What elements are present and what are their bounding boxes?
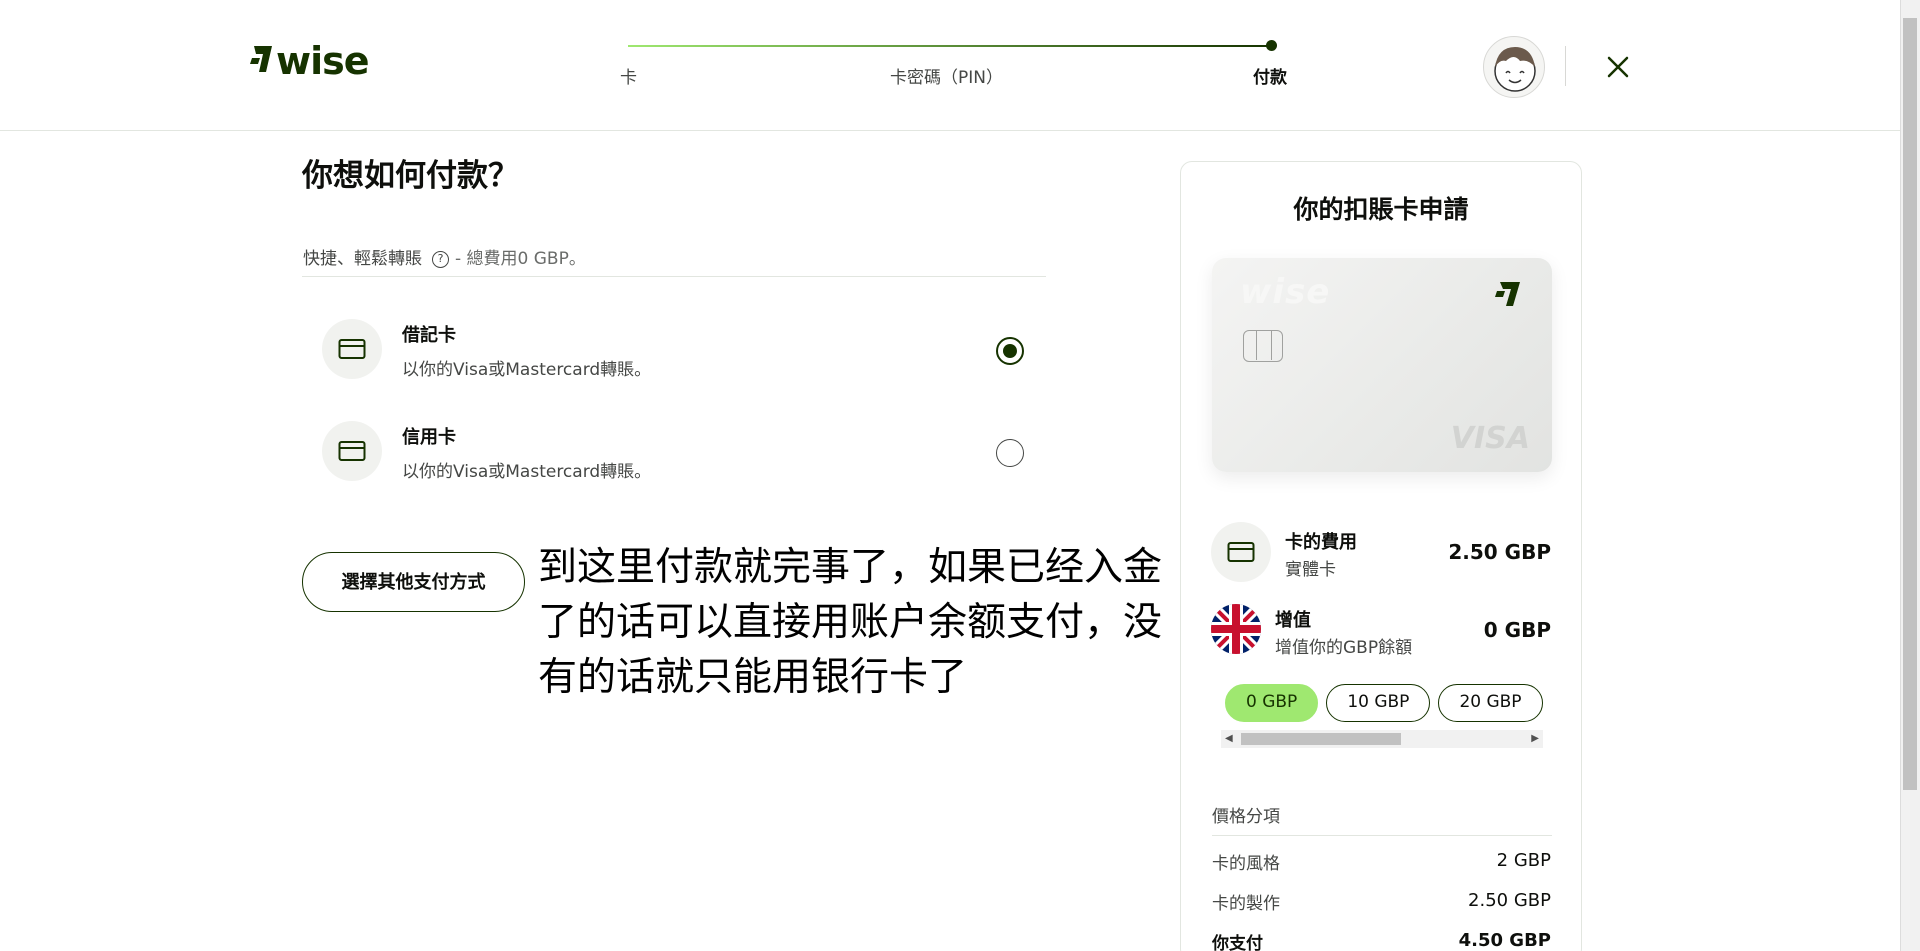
close-icon[interactable]	[1598, 47, 1638, 87]
card-fee-title: 卡的費用	[1285, 532, 1357, 553]
scroll-right-icon[interactable]: ▶	[1531, 733, 1539, 744]
option-title: 借記卡	[402, 325, 456, 346]
amount-chip-10[interactable]: 10 GBP	[1326, 684, 1431, 722]
amount-chip-0[interactable]: 0 GBP	[1225, 684, 1319, 722]
topup-amount-chips: 0 GBP 10 GBP 20 GBP	[1225, 684, 1545, 724]
card-fee-value: 2.50 GBP	[1448, 540, 1551, 564]
topup-subtitle: 增值你的GBP餘額	[1275, 638, 1413, 658]
fee-line: 快捷、輕鬆轉賬? - 總費用0 GBP。	[303, 244, 586, 269]
horizontal-scrollbar[interactable]: ◀ ▶	[1221, 730, 1543, 748]
card-icon	[1211, 522, 1271, 582]
progress-bar	[628, 45, 1272, 47]
wise-mark-icon	[1495, 282, 1520, 306]
fee-note: - 總費用0 GBP。	[455, 249, 586, 269]
uk-flag-icon	[1211, 604, 1261, 654]
radio-debit-card[interactable]	[996, 337, 1024, 365]
breakdown-label: 卡的製作	[1212, 894, 1280, 914]
avatar-icon[interactable]	[1483, 36, 1545, 98]
breakdown-divider	[1212, 835, 1552, 836]
card-fee-subtitle: 實體卡	[1285, 560, 1336, 580]
order-summary-panel: 你的扣賬卡申請 wise VISA 卡的費用 實體卡 2.50 GBP 增值 增…	[1180, 161, 1582, 951]
top-bar: wise 卡 卡密碼（PIN） 付款	[0, 0, 1900, 131]
page-title: 你想如何付款？	[302, 158, 519, 194]
other-payment-button[interactable]: 選擇其他支付方式	[302, 552, 525, 612]
topup-title: 增值	[1275, 610, 1311, 631]
help-icon[interactable]: ?	[432, 250, 449, 268]
option-credit-card[interactable]: 信用卡 以你的Visa或Mastercard轉賬。	[302, 407, 1046, 497]
card-chip-icon	[1243, 330, 1283, 362]
card-brand: VISA	[1450, 421, 1530, 456]
amount-chip-20[interactable]: 20 GBP	[1438, 684, 1543, 722]
card-wordmark: wise	[1240, 272, 1331, 312]
svg-text:wise: wise	[276, 39, 369, 83]
step-payment[interactable]: 付款	[1253, 63, 1287, 88]
annotation-text: 到这里付款就完事了，如果已经入金了的话可以直接用账户余额支付，没有的话就只能用银…	[538, 545, 1163, 700]
breakdown-value: 2 GBP	[1496, 850, 1551, 871]
scroll-left-icon[interactable]: ◀	[1225, 733, 1233, 744]
breakdown-value: 2.50 GBP	[1468, 890, 1551, 911]
breakdown-total-value: 4.50 GBP	[1458, 930, 1551, 951]
divider	[302, 276, 1046, 277]
progress-current-dot	[1266, 40, 1277, 51]
radio-credit-card[interactable]	[996, 439, 1024, 467]
topup-value: 0 GBP	[1483, 618, 1551, 642]
vertical-scroll-thumb[interactable]	[1903, 18, 1917, 790]
breakdown-label: 卡的風格	[1212, 854, 1280, 874]
card-icon	[322, 319, 382, 379]
wise-logo-icon[interactable]: wise	[250, 38, 390, 84]
step-pin[interactable]: 卡密碼（PIN）	[890, 63, 1003, 88]
breakdown-title: 價格分項	[1212, 807, 1280, 827]
option-subtitle: 以你的Visa或Mastercard轉賬。	[402, 462, 652, 482]
card-icon	[322, 421, 382, 481]
breakdown-total-label: 你支付	[1212, 934, 1263, 951]
fee-label: 快捷、輕鬆轉賬	[303, 249, 422, 269]
option-title: 信用卡	[402, 427, 456, 448]
option-debit-card[interactable]: 借記卡 以你的Visa或Mastercard轉賬。	[302, 305, 1046, 395]
header-divider	[1565, 46, 1566, 86]
step-card[interactable]: 卡	[620, 63, 637, 88]
debit-card-image: wise VISA	[1212, 258, 1552, 472]
summary-title: 你的扣賬卡申請	[1293, 195, 1469, 224]
scroll-thumb[interactable]	[1241, 733, 1401, 745]
option-subtitle: 以你的Visa或Mastercard轉賬。	[402, 360, 652, 380]
